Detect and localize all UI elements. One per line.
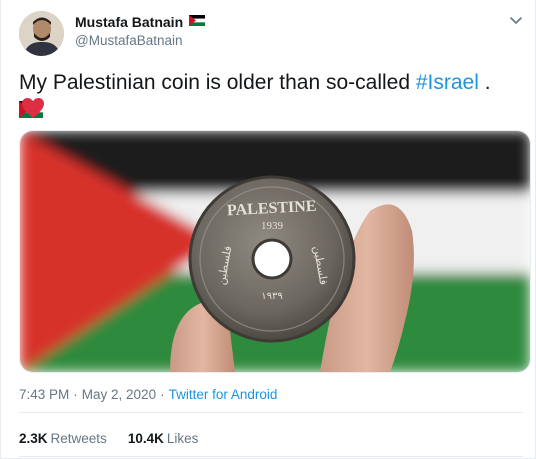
meta-separator: · — [73, 387, 78, 402]
tweet-text-suffix: . — [478, 71, 491, 94]
author-name-row[interactable]: Mustafa Batnain — [75, 13, 206, 31]
divider — [19, 456, 523, 457]
tweet-text: My Palestinian coin is older than so-cal… — [19, 69, 519, 125]
divider — [19, 412, 523, 413]
palestine-flag-icon — [189, 13, 206, 31]
tweet-meta: 7:43 PM · May 2, 2020 · Twitter for Andr… — [19, 387, 277, 402]
coin-arabic-year: ١٩٣٩ — [261, 291, 282, 302]
retweets-count: 2.3K — [19, 431, 48, 446]
likes-count: 10.4K — [127, 431, 164, 446]
retweets-label: Retweets — [50, 431, 107, 446]
tweet-source-link[interactable]: Twitter for Android — [169, 387, 278, 402]
retweets-stat[interactable]: 2.3K Retweets — [19, 431, 107, 446]
avatar[interactable] — [19, 11, 64, 56]
tweet-date[interactable]: May 2, 2020 — [82, 387, 156, 402]
likes-label: Likes — [166, 431, 199, 446]
tweet-stats: 2.3K Retweets 10.4K Likes — [19, 431, 198, 446]
meta-separator: · — [160, 387, 165, 402]
coin-photo: PALESTINE 1939 فلسطين فلسطين ١٩٣٩ — [20, 131, 530, 372]
hashtag-link[interactable]: #Israel — [416, 71, 479, 94]
tweet-card: Mustafa Batnain @MustafaBatnain My Pales… — [0, 0, 536, 459]
author-handle[interactable]: @MustafaBatnain — [75, 33, 183, 48]
red-heart-icon — [21, 97, 45, 119]
chevron-down-icon[interactable] — [508, 12, 524, 28]
coin-year: 1939 — [261, 220, 284, 232]
likes-stat[interactable]: 10.4K Likes — [128, 431, 199, 446]
tweet-photo[interactable]: PALESTINE 1939 فلسطين فلسطين ١٩٣٩ — [19, 130, 531, 373]
tweet-time[interactable]: 7:43 PM — [19, 387, 69, 402]
tweet-text-main: My Palestinian coin is older than so-cal… — [19, 71, 416, 94]
author-display-name[interactable]: Mustafa Batnain — [75, 14, 183, 30]
